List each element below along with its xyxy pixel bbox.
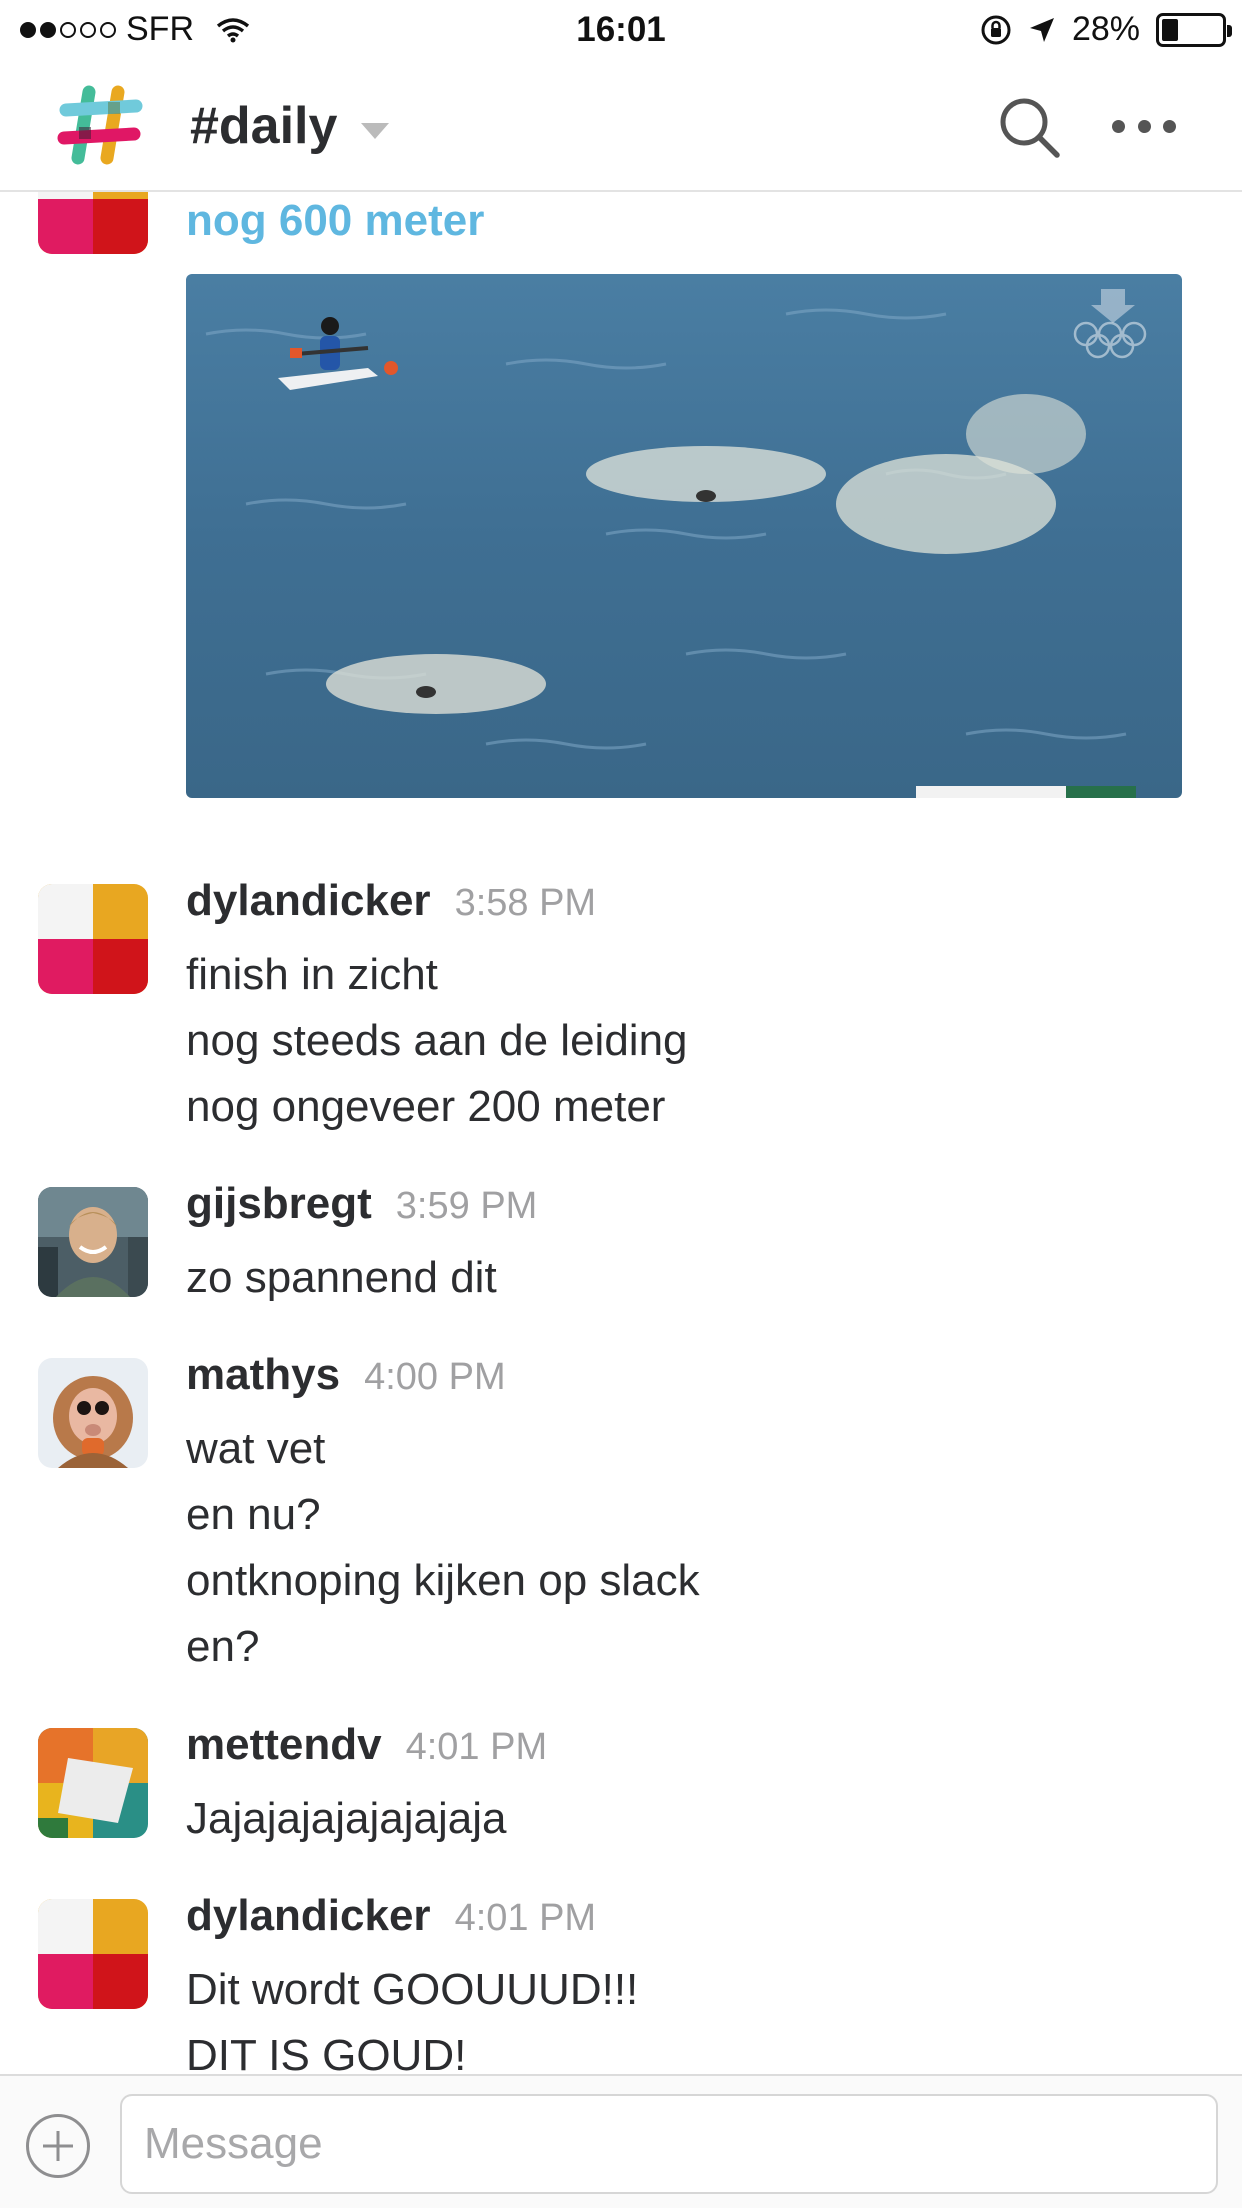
search-icon[interactable] (998, 96, 1062, 160)
channel-name: #daily (190, 97, 338, 155)
message-text: DIT IS GOUD! (186, 2031, 467, 2072)
link-title[interactable]: nog 600 meter (186, 196, 484, 246)
message-timestamp: 3:59 PM (395, 1185, 538, 1227)
message-timestamp: 3:58 PM (454, 882, 597, 924)
message-text: Dit wordt GOOUUUD!!! (186, 1965, 639, 2014)
message-header: mathys 4:00 PM (186, 1350, 506, 1400)
message-text: nog ongeveer 200 meter (186, 1082, 666, 1131)
message-text: wat vet (186, 1424, 326, 1473)
message[interactable]: mettendv 4:01 PM Jajajajajajajajaja (0, 1720, 1242, 1860)
message-header: dylandicker 3:58 PM (186, 876, 596, 926)
message-text: zo spannend dit (186, 1253, 497, 1302)
battery-icon (1156, 12, 1232, 47)
author-name[interactable]: dylandicker (186, 876, 431, 926)
channel-header: #daily (0, 62, 1242, 192)
status-bar: SFR 16:01 28% (0, 0, 1242, 62)
message-timestamp: 4:00 PM (364, 1356, 506, 1398)
message[interactable]: mathys 4:00 PM wat vet en nu? ontknoping… (0, 1350, 1242, 1671)
battery-level (1162, 18, 1179, 41)
message-header: gijsbregt 3:59 PM (186, 1179, 537, 1229)
battery-percent: 28% (1071, 10, 1140, 48)
avatar[interactable] (38, 1187, 148, 1297)
channel-switcher[interactable]: #daily (190, 96, 390, 156)
chevron-down-icon (361, 123, 390, 139)
message-text: Jajajajajajajajaja (186, 1794, 507, 1843)
message-input[interactable] (120, 2094, 1218, 2194)
author-name[interactable]: mathys (186, 1350, 340, 1400)
message-body: finish in zicht nog steeds aan de leidin… (186, 942, 688, 1140)
message-body: Jajajajajajajajaja (186, 1786, 506, 1852)
author-name[interactable]: mettendv (186, 1720, 382, 1770)
message-composer (0, 2074, 1242, 2208)
message-header: mettendv 4:01 PM (186, 1720, 547, 1770)
message[interactable]: gijsbregt 3:59 PM zo spannend dit (0, 1179, 1242, 1319)
message-timestamp: 4:01 PM (454, 1897, 597, 1939)
message-text: en? (186, 1622, 260, 1671)
message-timestamp: 4:01 PM (405, 1726, 548, 1768)
author-name[interactable]: dylandicker (186, 1891, 431, 1941)
message-text: nog steeds aan de leiding (186, 1016, 688, 1065)
status-indicators: 28% (980, 10, 1232, 49)
avatar[interactable] (38, 1358, 148, 1468)
message-body: Dit wordt GOOUUUD!!! DIT IS GOUD! (186, 1957, 638, 2072)
location-arrow-icon (1029, 17, 1054, 42)
message-text: en nu? (186, 1490, 321, 1539)
message[interactable]: dylandicker 4:01 PM Dit wordt GOOUUUD!!!… (0, 1891, 1242, 2072)
author-name[interactable]: gijsbregt (186, 1179, 372, 1229)
avatar[interactable] (38, 884, 148, 994)
avatar[interactable] (38, 1899, 148, 2009)
rotation-lock-icon (981, 15, 1011, 44)
slack-logo-icon[interactable] (56, 80, 146, 170)
avatar[interactable] (38, 1728, 148, 1838)
more-icon[interactable] (1112, 120, 1176, 136)
add-attachment-button[interactable] (26, 2114, 90, 2178)
avatar[interactable] (38, 192, 148, 254)
message-body: wat vet en nu? ontknoping kijken op slac… (186, 1416, 700, 1680)
message-text: ontknoping kijken op slack (186, 1556, 700, 1605)
message-header: dylandicker 4:01 PM (186, 1891, 596, 1941)
message-feed[interactable]: nog 600 meter dylandicker 3:58 PM finish… (0, 192, 1242, 2072)
message-body: zo spannend dit (186, 1245, 497, 1311)
video-thumbnail[interactable] (186, 274, 1182, 798)
message-text: finish in zicht (186, 950, 438, 999)
message[interactable]: dylandicker 3:58 PM finish in zicht nog … (0, 876, 1242, 1131)
